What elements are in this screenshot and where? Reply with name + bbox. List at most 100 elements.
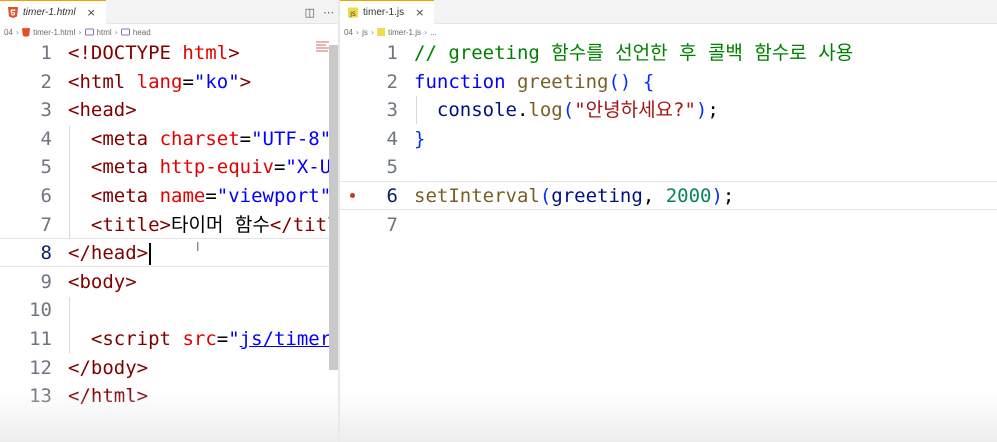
code-token: =: [182, 70, 194, 93]
tab-timer-1-js[interactable]: JS timer-1.js ×: [340, 0, 435, 24]
code-line[interactable]: 7: [340, 211, 997, 240]
breadcrumb-folder[interactable]: 04: [4, 28, 13, 37]
code-token: 2000: [665, 184, 712, 207]
code-token: <: [68, 270, 80, 293]
code-area[interactable]: 1 // greeting 함수를 선언한 후 콜백 함수로 사용 2 functio…: [340, 39, 997, 239]
code-token: log: [528, 99, 563, 122]
line-number: 13: [29, 385, 52, 408]
line-number: 8: [40, 242, 52, 265]
code-token: =: [216, 327, 229, 350]
code-text: <meta name="viewport": [68, 182, 331, 211]
code-line[interactable]: 1 // greeting 함수를 선언한 후 콜백 함수로 사용: [340, 39, 997, 68]
breadcrumb-head-element[interactable]: head: [133, 28, 151, 37]
code-token: ,: [642, 184, 666, 207]
code-token: </: [68, 356, 91, 379]
code-line[interactable]: 2 function greeting() {: [340, 68, 997, 97]
code-line[interactable]: 7 <title>타이머 함수</title>: [0, 211, 340, 240]
code-text: <!DOCTYPE html>: [68, 39, 240, 68]
code-token: name: [159, 184, 206, 207]
split-editor-icon[interactable]: ◫: [305, 6, 315, 19]
code-line[interactable]: 13 </html>: [0, 382, 340, 411]
code-line[interactable]: 3 <head>: [0, 96, 340, 125]
more-actions-icon[interactable]: ⋯: [323, 6, 334, 19]
code-token: <: [90, 213, 103, 236]
code-line[interactable]: 10: [0, 296, 340, 325]
code-token: =: [239, 127, 252, 150]
code-text: <title>타이머 함수</title>: [68, 211, 340, 240]
code-token: charset: [159, 127, 240, 150]
code-token: greeting: [551, 184, 643, 207]
breadcrumb-folder[interactable]: 04: [344, 28, 353, 37]
code-line[interactable]: 1 <!DOCTYPE html>: [0, 39, 340, 68]
code-token: {: [642, 70, 655, 93]
code-area[interactable]: 1 <!DOCTYPE html> 2 <html lang="ko"> 3 <head>…: [0, 39, 340, 411]
code-line[interactable]: 5 <meta http-equiv="X-UA-Compatible": [0, 153, 340, 182]
code-text: <html lang="ko">: [68, 68, 251, 97]
code-token: <: [90, 127, 103, 150]
code-token: head: [90, 242, 137, 265]
code-token: </: [269, 213, 293, 236]
code-token: DOCTYPE: [90, 42, 171, 64]
chevron-right-icon: ›: [78, 27, 82, 37]
code-token: ": [228, 327, 240, 350]
editor-actions: ◫ ⋯: [305, 0, 334, 24]
code-line[interactable]: 9 <body>: [0, 268, 340, 297]
code-text: console.log("안녕하세요?");: [414, 96, 719, 125]
line-number: 10: [29, 299, 52, 322]
code-token: html: [90, 385, 137, 408]
code-line[interactable]: 12 </body>: [0, 354, 340, 383]
right-editor-group[interactable]: JS timer-1.js × 04 › js › timer-1.js › .…: [340, 0, 997, 442]
code-text: <body>: [68, 268, 137, 297]
code-token: }: [414, 127, 426, 150]
code-text: <meta charset="UTF-8">: [68, 125, 340, 154]
code-token: >: [136, 385, 149, 408]
code-token: (: [539, 184, 552, 207]
html5-file-icon: [8, 7, 18, 18]
element-symbol-icon: [120, 28, 130, 36]
close-icon[interactable]: ×: [415, 6, 424, 19]
breadcrumb-file[interactable]: timer-1.html: [33, 28, 75, 37]
tab-timer-1-html[interactable]: timer-1.html ×: [0, 0, 106, 24]
code-line[interactable]: 6 setInterval(greeting, 2000);: [340, 182, 997, 211]
html5-file-icon: [22, 27, 31, 37]
chevron-right-icon: ›: [15, 27, 20, 37]
code-line[interactable]: 11 <script src="js/timer-1.js: [0, 325, 340, 354]
line-number: 3: [40, 99, 52, 122]
chevron-right-icon: ›: [423, 27, 428, 37]
line-number: 4: [40, 127, 52, 150]
breadcrumb-file[interactable]: timer-1.js: [388, 28, 421, 37]
close-icon[interactable]: ×: [87, 6, 96, 19]
code-token: body: [90, 356, 137, 379]
left-editor-group[interactable]: timer-1.html × ◫ ⋯ 04 › timer-1.html › h…: [0, 0, 340, 442]
code-line[interactable]: 3 console.log("안녕하세요?");: [340, 96, 997, 125]
code-token: >: [136, 242, 149, 265]
code-token: // greeting 함수를 선언한 후 콜백 함수로 사용: [414, 42, 854, 64]
scrollbar-thumb[interactable]: [329, 45, 338, 370]
code-text: </head>: [68, 239, 151, 268]
code-line[interactable]: 2 <html lang="ko">: [0, 68, 340, 97]
code-token: </: [68, 242, 91, 265]
breadcrumb-folder[interactable]: js: [362, 28, 368, 37]
code-token: "안녕하세요?": [574, 99, 696, 122]
code-line[interactable]: 6 <meta name="viewport": [0, 182, 340, 211]
code-line[interactable]: 4}: [340, 125, 997, 154]
breadcrumb-symbol[interactable]: ...: [430, 28, 437, 37]
code-token: </: [68, 385, 91, 408]
code-line[interactable]: 4 <meta charset="UTF-8">: [0, 125, 340, 154]
code-token: ): [695, 99, 708, 122]
breadcrumb: 04 › timer-1.html › html › head: [0, 24, 340, 40]
code-token: "viewport": [216, 184, 332, 207]
line-number: 7: [40, 213, 52, 236]
code-token: ;: [722, 184, 735, 207]
code-token: head: [79, 99, 126, 122]
code-line[interactable]: 8 </head>: [0, 239, 340, 268]
code-line[interactable]: 5: [340, 153, 997, 182]
svg-text:JS: JS: [349, 11, 356, 18]
breadcrumb-html-element[interactable]: html: [97, 28, 112, 37]
code-text: // greeting 함수를 선언한 후 콜백 함수로 사용: [414, 39, 853, 68]
code-token: body: [79, 270, 126, 293]
